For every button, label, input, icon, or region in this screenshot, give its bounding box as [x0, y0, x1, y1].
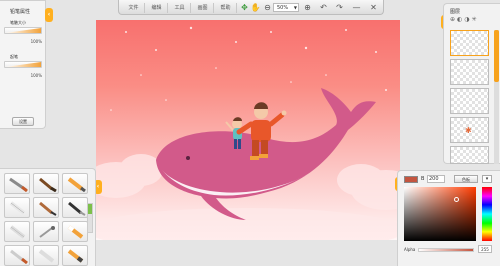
crayon-icon[interactable] [62, 221, 88, 242]
opacity-value: 100% [30, 73, 42, 78]
menu-draw[interactable]: 画图 [192, 3, 214, 13]
scroll-thumb[interactable] [494, 30, 499, 82]
layer-item[interactable] [450, 59, 489, 85]
marker-icon[interactable] [62, 173, 88, 194]
mode-label: B [421, 176, 425, 182]
brush-icon[interactable] [33, 173, 59, 194]
opacity-fill [5, 62, 41, 67]
menu-help[interactable]: 帮助 [215, 3, 237, 13]
scroll-thumb[interactable] [88, 204, 92, 214]
fill-icon[interactable] [4, 245, 30, 266]
layer-tools-icon[interactable]: ⊕◐◑✳ [450, 16, 479, 23]
alpha-slider[interactable] [418, 248, 474, 252]
spray-icon[interactable] [4, 221, 30, 242]
tools-panel [0, 168, 96, 266]
drawing-canvas[interactable] [96, 20, 400, 240]
opacity-slider[interactable] [4, 61, 42, 68]
alpha-value[interactable]: 255 [478, 245, 492, 253]
blur-icon[interactable] [33, 245, 59, 266]
palette-menu-icon[interactable]: ▾ [482, 175, 492, 183]
brush-properties-panel: 铅笔属性 笔触大小 100% 起笔 100% 设置 [0, 0, 46, 129]
zoom-in-icon[interactable]: ⊕ [302, 2, 313, 13]
collapse-left-icon[interactable]: ‹ [45, 8, 53, 22]
brush-size-fill [5, 28, 41, 33]
smudge-icon[interactable] [33, 221, 59, 242]
menu-tools[interactable]: 工具 [169, 3, 191, 13]
undo-icon[interactable]: ↶ [318, 2, 329, 13]
chevron-down-icon: ▼ [293, 5, 297, 10]
layer-content-icon: ✱ [465, 126, 472, 135]
layer-item[interactable] [450, 146, 489, 164]
layer-item[interactable] [450, 88, 489, 114]
picker-cursor[interactable] [454, 197, 459, 202]
layers-panel: 图层 ⊕◐◑✳ ✱ [443, 3, 500, 164]
eraser-icon[interactable] [4, 197, 30, 218]
settings-button[interactable]: 设置 [12, 117, 34, 126]
artwork-illustration [96, 26, 400, 240]
opacity-label: 起笔 [10, 54, 18, 59]
close-icon[interactable]: ✕ [368, 2, 379, 13]
pencil-icon[interactable] [4, 173, 30, 194]
alpha-label: Alpha [404, 247, 416, 252]
layers-title: 图层 [450, 9, 461, 15]
color-panel: B 200 色板 ▾ Alpha 255 [397, 170, 500, 266]
move-icon[interactable]: ✥ [239, 2, 250, 13]
top-toolbar: 文件 编辑 工具 画图 帮助 ✥ ✋ ⊖ 50% ▼ ⊕ ↶ ↷ — ✕ [118, 0, 384, 15]
current-color-swatch[interactable] [404, 176, 418, 183]
color-value-input[interactable]: 200 [427, 175, 445, 183]
layer-item[interactable]: ✱ [450, 117, 489, 143]
zoom-value: 50% [277, 5, 289, 11]
layer-item[interactable] [450, 30, 489, 56]
panel-title: 铅笔属性 [10, 9, 31, 15]
brush-size-slider[interactable] [4, 27, 42, 34]
swatches-button[interactable]: 色板 [454, 175, 478, 183]
brush-size-value: 100% [30, 39, 42, 44]
layers-scrollbar[interactable] [494, 30, 499, 164]
fountain-pen-icon[interactable] [62, 197, 88, 218]
zoom-select[interactable]: 50% ▼ [273, 3, 299, 12]
tools-scrollbar[interactable] [87, 203, 93, 233]
ink-pen-icon[interactable] [33, 197, 59, 218]
menu-file[interactable]: 文件 [123, 3, 145, 13]
minimize-icon[interactable]: — [351, 2, 362, 13]
redo-icon[interactable]: ↷ [334, 2, 345, 13]
hand-icon[interactable]: ✋ [250, 2, 261, 13]
menu-edit[interactable]: 编辑 [146, 3, 168, 13]
zoom-out-icon[interactable]: ⊖ [262, 2, 273, 13]
hue-slider[interactable] [482, 187, 492, 241]
stamp-icon[interactable] [62, 245, 88, 266]
saturation-value-picker[interactable] [404, 187, 476, 241]
brush-size-label: 笔触大小 [10, 20, 26, 25]
